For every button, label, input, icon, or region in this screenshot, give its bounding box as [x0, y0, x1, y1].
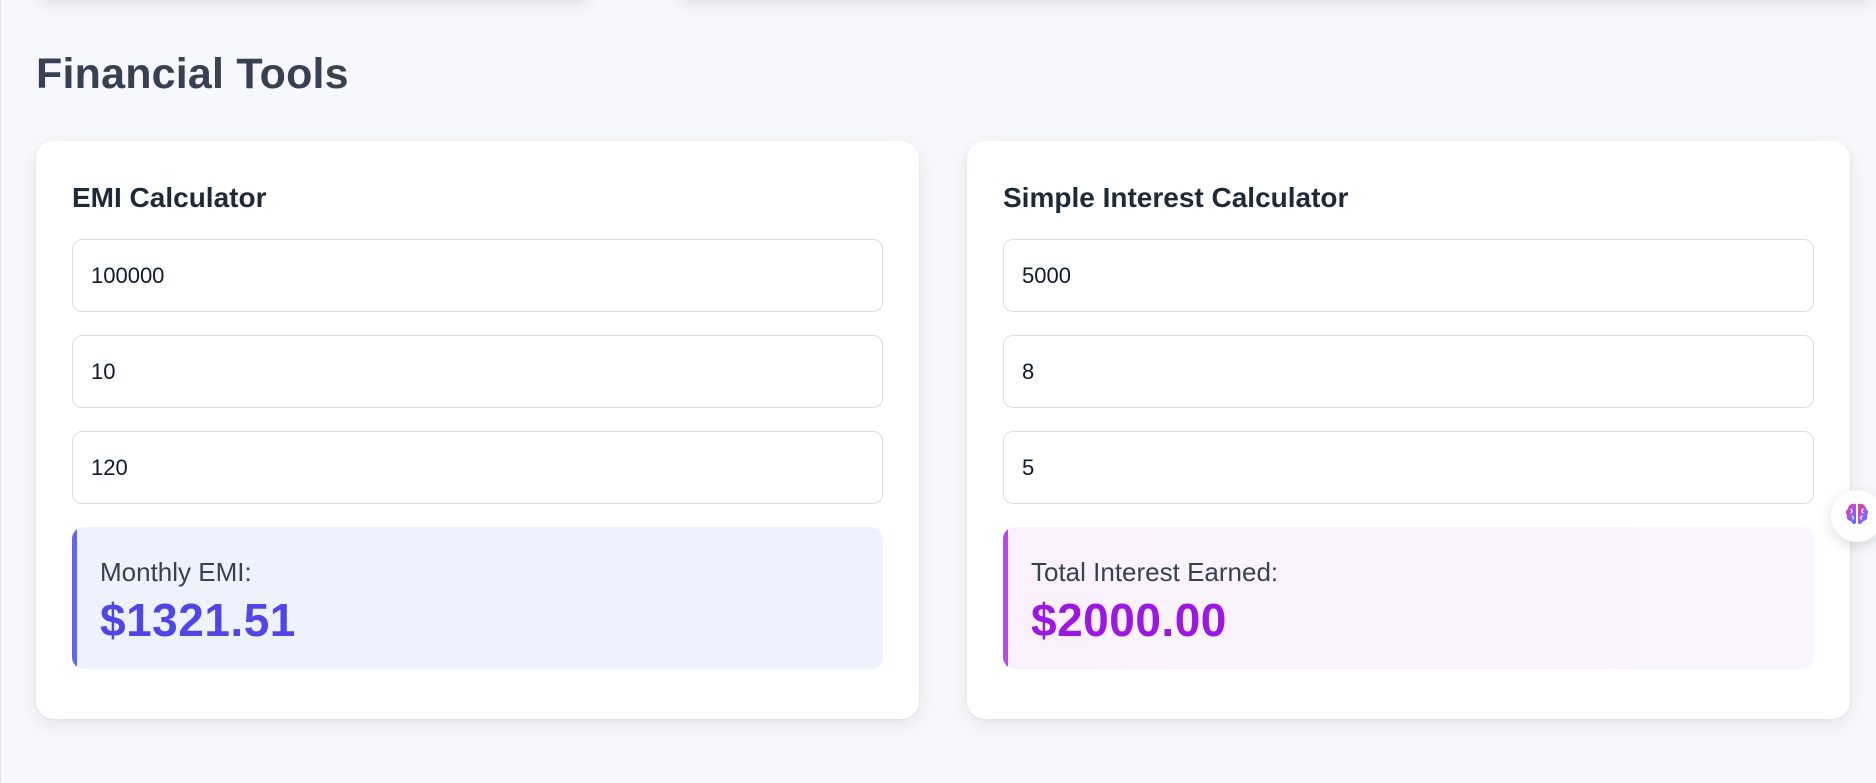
simple-interest-calculator-title: Simple Interest Calculator — [1003, 182, 1349, 213]
si-result-box: Total Interest Earned: $2000.00 — [1003, 527, 1814, 669]
emi-calculator-title: EMI Calculator — [72, 182, 267, 213]
emi-calculator-card: EMI Calculator Monthly EMI: $1321.51 — [36, 141, 919, 719]
brain-icon — [1843, 500, 1871, 533]
emi-principal-input[interactable] — [72, 239, 883, 312]
floating-assistant-button[interactable] — [1831, 490, 1876, 542]
emi-tenure-input[interactable] — [72, 431, 883, 504]
page-title: Financial Tools — [36, 50, 349, 98]
si-result-label: Total Interest Earned: — [1031, 557, 1279, 587]
emi-result-label: Monthly EMI: — [100, 557, 252, 587]
page-left-border — [0, 0, 1, 783]
emi-result-value: $1321.51 — [100, 594, 296, 646]
si-result-value: $2000.00 — [1031, 594, 1227, 646]
emi-result-box: Monthly EMI: $1321.51 — [72, 527, 883, 669]
si-time-input[interactable] — [1003, 431, 1814, 504]
si-rate-input[interactable] — [1003, 335, 1814, 408]
simple-interest-calculator-card: Simple Interest Calculator Total Interes… — [967, 141, 1850, 719]
si-principal-input[interactable] — [1003, 239, 1814, 312]
emi-rate-input[interactable] — [72, 335, 883, 408]
